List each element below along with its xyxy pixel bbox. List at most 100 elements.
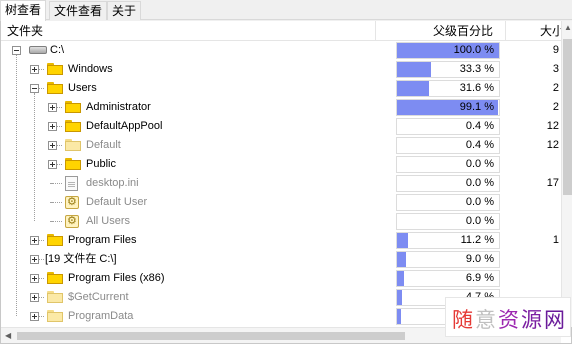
tree-item-label: $GetCurrent — [68, 291, 129, 303]
watermark-char: 资 — [498, 308, 520, 332]
watermark-char: 网 — [544, 308, 566, 332]
folder-icon — [65, 139, 81, 151]
tree-row[interactable]: Default 0.4 % 12 — [1, 136, 561, 155]
expand-icon[interactable] — [30, 274, 39, 283]
expand-icon[interactable] — [48, 122, 57, 131]
percent-cell: 0.0 % — [396, 213, 500, 230]
expand-icon[interactable] — [30, 312, 39, 321]
tree-item-label: desktop.ini — [86, 177, 139, 189]
size-value — [506, 250, 561, 269]
percent-bar — [397, 290, 402, 305]
tree-item-label: Default — [86, 139, 121, 151]
size-value: 2 — [552, 101, 559, 113]
percent-cell: 0.4 % — [396, 118, 500, 135]
tree-row[interactable]: Users 31.6 % 2 — [1, 79, 561, 98]
watermark-char: 随 — [452, 308, 474, 332]
percent-value: 11.2 % — [460, 234, 494, 246]
percent-bar — [397, 233, 408, 248]
tree-connector — [50, 202, 60, 203]
column-divider[interactable] — [375, 21, 376, 41]
tree-row[interactable]: All Users 0.0 % — [1, 212, 561, 231]
size-value — [506, 155, 561, 174]
column-divider[interactable] — [505, 21, 506, 41]
tree-item-label: Program Files (x86) — [68, 272, 165, 284]
tree-row[interactable]: Program Files (x86) 6.9 % — [1, 269, 561, 288]
expand-icon[interactable] — [48, 141, 57, 150]
size-value — [506, 212, 561, 231]
vertical-scrollbar[interactable]: ▲ ▼ — [561, 21, 572, 327]
tree-item-label: [19 文件在 C:\] — [45, 253, 117, 265]
shortcut-icon — [65, 214, 79, 228]
percent-bar — [397, 271, 404, 286]
percent-value: 9.0 % — [465, 253, 494, 265]
percent-value: 0.0 % — [465, 215, 494, 227]
collapse-icon[interactable] — [12, 46, 21, 55]
percent-cell: 100.0 % — [396, 42, 500, 59]
horizontal-scroll-thumb[interactable] — [17, 332, 405, 340]
expand-icon[interactable] — [30, 65, 39, 74]
expand-icon[interactable] — [30, 236, 39, 245]
percent-cell: 0.0 % — [396, 175, 500, 192]
folder-icon — [47, 82, 63, 94]
percent-value: 33.3 % — [459, 63, 494, 75]
tree-row[interactable]: Public 0.0 % — [1, 155, 561, 174]
tree-panel: 文件夹 父级百分比 大小 C:\ 100.0 % 9 Windows 33.3 % 3 Us… — [0, 21, 572, 344]
expand-icon[interactable] — [48, 160, 57, 169]
column-header-parent-percent[interactable]: 父级百分比 — [433, 21, 503, 41]
percent-cell: 11.2 % — [396, 232, 500, 249]
size-value: 12 — [546, 120, 559, 132]
tree-item-label: Program Files — [68, 234, 137, 246]
tree-connector — [50, 221, 60, 222]
percent-value: 31.6 % — [459, 82, 494, 94]
percent-bar — [397, 309, 401, 324]
tree-row[interactable]: DefaultAppPool 0.4 % 12 — [1, 117, 561, 136]
percent-cell: 0.0 % — [396, 156, 500, 173]
size-value: 2 — [552, 82, 559, 94]
tab-about[interactable]: 关于 — [107, 1, 142, 20]
folder-icon — [47, 234, 63, 246]
tree-item-label: Public — [86, 158, 116, 170]
folder-icon — [65, 120, 81, 132]
tree-row[interactable]: Windows 33.3 % 3 — [1, 60, 561, 79]
tree-row[interactable]: [19 文件在 C:\] 9.0 % — [1, 250, 561, 269]
tree-row[interactable]: Default User 0.0 % — [1, 193, 561, 212]
scroll-up-arrow-icon[interactable]: ▲ — [564, 23, 572, 33]
size-value: 3 — [552, 63, 559, 75]
expand-icon[interactable] — [30, 293, 39, 302]
size-value — [506, 193, 561, 212]
percent-value: 6.9 % — [465, 272, 494, 284]
vertical-scroll-thumb[interactable] — [563, 39, 572, 195]
size-value: 17 — [546, 177, 559, 189]
percent-value: 0.0 % — [465, 196, 494, 208]
tree-row[interactable]: C:\ 100.0 % 9 — [1, 41, 561, 60]
percent-value: 100.0 % — [453, 44, 494, 56]
tree-row[interactable]: desktop.ini 0.0 % 17 — [1, 174, 561, 193]
percent-value: 0.0 % — [465, 177, 494, 189]
folder-icon — [47, 272, 63, 284]
tree-rows: C:\ 100.0 % 9 Windows 33.3 % 3 Users 31.6 % 2 Adm… — [1, 41, 561, 326]
percent-cell: 31.6 % — [396, 80, 500, 97]
tree-row[interactable]: Program Files 11.2 % 1 — [1, 231, 561, 250]
expand-icon[interactable] — [30, 255, 39, 264]
column-header-size[interactable]: 大小 — [540, 21, 562, 41]
folder-icon — [47, 291, 63, 303]
tree-row[interactable]: Administrator 99.1 % 2 — [1, 98, 561, 117]
scroll-left-arrow-icon[interactable]: ◀ — [5, 331, 11, 341]
tab-file-view[interactable]: 文件查看 — [49, 1, 108, 20]
collapse-icon[interactable] — [30, 84, 39, 93]
tab-bar: 树查看 文件查看 关于 — [0, 0, 572, 21]
percent-value: 0.0 % — [465, 158, 494, 170]
size-value: 12 — [546, 139, 559, 151]
tree-item-label: Default User — [86, 196, 148, 208]
watermark-char: 意 — [475, 308, 497, 332]
percent-value: 0.4 % — [465, 120, 494, 132]
expand-icon[interactable] — [48, 103, 57, 112]
percent-cell: 9.0 % — [396, 251, 500, 268]
percent-value: 99.1 % — [459, 101, 494, 113]
tab-tree-view[interactable]: 树查看 — [0, 0, 47, 21]
column-header-folder[interactable]: 文件夹 — [7, 21, 367, 41]
tree-connector — [50, 183, 60, 184]
drive-icon — [29, 46, 47, 54]
folder-icon — [47, 310, 63, 322]
shortcut-icon — [65, 195, 79, 209]
